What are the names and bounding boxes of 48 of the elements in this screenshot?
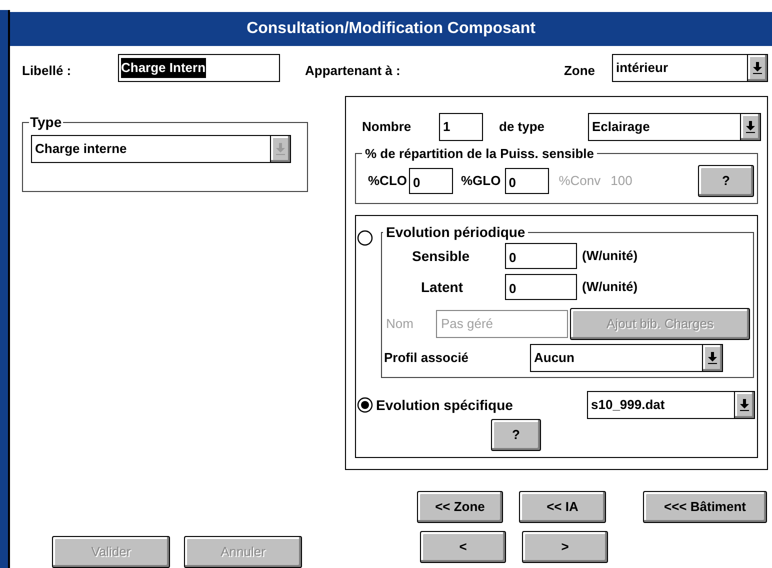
dropdown-button[interactable] [747,55,767,81]
help-button[interactable]: ? [698,164,754,196]
field-label: %CLO [368,172,407,190]
down-arrow-icon [746,121,755,133]
field-label: Sensible [411,246,471,266]
dropdown-button[interactable] [734,392,754,418]
field-label: %GLO [461,172,501,190]
field-label: Evolution spécifique [376,396,513,415]
field-label: (W/unité) [582,247,638,266]
help-button[interactable]: ? [491,419,541,451]
field-label: 100 [610,172,632,190]
down-arrow-icon [753,62,762,74]
dropdown-button[interactable] [702,345,722,371]
navigation-button[interactable]: < [420,531,506,563]
field-label: Latent [420,278,464,296]
field-label: Appartenant à : [305,62,400,80]
radio-button[interactable] [357,397,373,413]
navigation-button[interactable]: << IA [519,491,606,523]
field-label: Nombre [362,118,412,136]
type-dropdown[interactable]: Eclairage [588,113,761,141]
dropdown-button[interactable] [740,114,760,140]
field-label: Nom [386,315,414,334]
field-label: %Conv [558,172,601,190]
input-field[interactable]: 0 [504,168,549,194]
down-arrow-icon [276,143,285,155]
input-field[interactable]: 0 [505,243,577,269]
field-label: (W/unité) [582,278,638,296]
window-title: Consultation/Modification Composant [10,12,772,46]
field-label: Zone [564,62,595,80]
input-field[interactable]: 0 [505,274,577,300]
nombre-field[interactable]: 1 [439,113,483,141]
navigation-button[interactable]: <<< Bâtiment [643,491,767,523]
libelle-field[interactable]: Charge Intern [118,54,280,82]
zone-dropdown[interactable]: intérieur [612,54,768,82]
profile-dropdown[interactable]: Aucun [530,344,723,372]
down-arrow-icon [740,399,749,411]
field-label: Libellé : [22,62,72,80]
navigation-button[interactable]: << Zone [417,491,503,523]
field-label: de type [499,118,546,136]
navigation-button[interactable]: > [522,531,608,563]
radio-button[interactable] [357,230,373,246]
input-field[interactable]: 0 [409,168,453,194]
group-label: Type [29,113,63,132]
down-arrow-icon [708,352,717,364]
group-label: Evolution périodique [385,223,526,242]
file-dropdown[interactable]: s10_999.dat [587,391,755,419]
field-label: Profil associé [384,349,470,368]
group-label: % de répartition de la Puiss. sensible [364,145,596,163]
